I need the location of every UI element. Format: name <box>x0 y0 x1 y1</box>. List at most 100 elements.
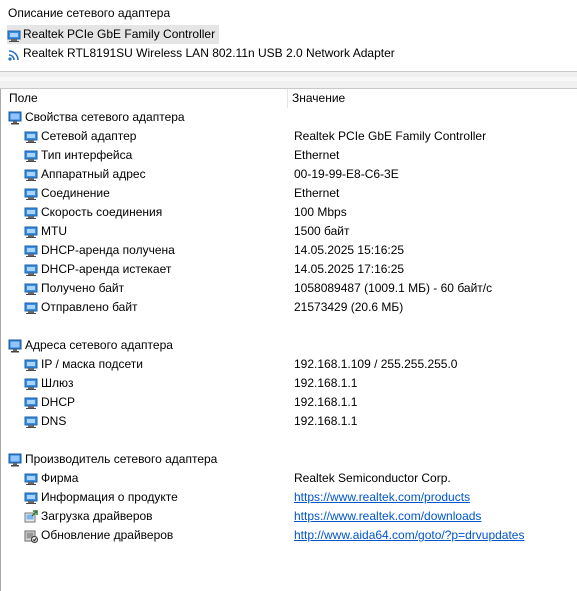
panel-title: Описание сетевого адаптера <box>8 6 171 20</box>
network-card-icon <box>24 225 38 239</box>
property-value: Realtek Semiconductor Corp. <box>294 471 451 485</box>
network-card-icon <box>24 130 38 144</box>
property-name: Тип интерфейса <box>41 148 133 162</box>
property-field: Сетевой адаптер <box>24 127 136 146</box>
network-card-icon <box>24 301 38 315</box>
property-value: 192.168.1.1 <box>294 376 358 390</box>
property-row[interactable]: Получено байт 1058089487 (1009.1 МБ) - 60… <box>1 279 577 298</box>
adapter-label: Realtek RTL8191SU Wireless LAN 802.11n U… <box>23 46 395 60</box>
group-header: Свойства сетевого адаптера <box>8 108 185 127</box>
property-name: MTU <box>41 224 67 238</box>
network-card-icon <box>24 415 38 429</box>
adapter-label: Realtek PCIe GbE Family Controller <box>23 27 216 41</box>
network-card-icon <box>24 472 38 486</box>
property-value: 1500 байт <box>294 224 350 238</box>
network-card-icon <box>24 206 38 220</box>
network-card-icon <box>24 263 38 277</box>
property-row[interactable]: Шлюз 192.168.1.1 <box>1 374 577 393</box>
driver-update-icon <box>24 529 38 543</box>
property-field: Соединение <box>24 184 110 203</box>
property-row[interactable]: Отправлено байт 21573429 (20.6 МБ) <box>1 298 577 317</box>
group-title: Производитель сетевого адаптера <box>25 452 218 466</box>
property-field: Шлюз <box>24 374 74 393</box>
adapter-list-panel: Описание сетевого адаптера Realtek PCIe … <box>0 0 577 70</box>
property-value: 14.05.2025 15:16:25 <box>294 243 405 257</box>
property-name: Загрузка драйверов <box>41 509 153 523</box>
property-field: Информация о продукте <box>24 488 178 507</box>
property-row[interactable]: DHCP 192.168.1.1 <box>1 393 577 412</box>
column-header-field[interactable]: Поле <box>9 89 38 108</box>
property-row[interactable]: Скорость соединения 100 Mbps <box>1 203 577 222</box>
property-field: DNS <box>24 412 66 431</box>
adapter-item[interactable]: Realtek RTL8191SU Wireless LAN 802.11n U… <box>7 44 399 63</box>
property-name: IP / маска подсети <box>41 357 143 371</box>
property-row[interactable]: DNS 192.168.1.1 <box>1 412 577 431</box>
network-card-icon <box>24 187 38 201</box>
details-list: Поле Значение Свойства сетевого адаптера… <box>0 89 577 591</box>
property-value: 21573429 (20.6 МБ) <box>294 300 404 314</box>
property-row[interactable]: Аппаратный адрес 00-19-99-E8-C6-3E <box>1 165 577 184</box>
property-name: DHCP-аренда истекает <box>41 262 172 276</box>
column-divider[interactable] <box>287 89 288 108</box>
group-row[interactable]: Адреса сетевого адаптера <box>1 336 577 355</box>
property-value: 192.168.1.1 <box>294 395 358 409</box>
column-header-value[interactable]: Значение <box>292 89 345 108</box>
group-row[interactable]: Производитель сетевого адаптера <box>1 450 577 469</box>
property-row[interactable]: Тип интерфейса Ethernet <box>1 146 577 165</box>
property-value: 1058089487 (1009.1 МБ) - 60 байт/с <box>294 281 493 295</box>
property-field: Отправлено байт <box>24 298 138 317</box>
property-field: Получено байт <box>24 279 124 298</box>
property-row[interactable]: Обновление драйверов http://www.aida64.co… <box>1 526 577 545</box>
property-row[interactable]: Загрузка драйверов https://www.realtek.co… <box>1 507 577 526</box>
network-adapter-icon <box>8 111 22 125</box>
property-row[interactable]: Соединение Ethernet <box>1 184 577 203</box>
property-row[interactable]: DHCP-аренда истекает 14.05.2025 17:16:25 <box>1 260 577 279</box>
property-field: Фирма <box>24 469 78 488</box>
network-card-icon <box>24 168 38 182</box>
property-name: Скорость соединения <box>41 205 163 219</box>
property-row[interactable]: IP / маска подсети 192.168.1.109 / 255.25… <box>1 355 577 374</box>
property-value: 192.168.1.1 <box>294 414 358 428</box>
property-row[interactable]: DHCP-аренда получена 14.05.2025 15:16:25 <box>1 241 577 260</box>
property-name: Аппаратный адрес <box>41 167 146 181</box>
property-row[interactable]: Информация о продукте https://www.realtek… <box>1 488 577 507</box>
group-header: Производитель сетевого адаптера <box>8 450 217 469</box>
property-link[interactable]: https://www.realtek.com/products <box>294 488 470 507</box>
property-link[interactable]: http://www.aida64.com/goto/?p=drvupdates <box>294 526 524 545</box>
network-card-icon <box>24 396 38 410</box>
property-name: Отправлено байт <box>41 300 138 314</box>
panel-splitter[interactable] <box>0 71 577 89</box>
network-adapter-icon <box>8 339 22 353</box>
property-name: DHCP <box>41 395 76 409</box>
network-card-icon <box>24 491 38 505</box>
property-value: 192.168.1.109 / 255.255.255.0 <box>294 357 458 371</box>
property-row[interactable]: Фирма Realtek Semiconductor Corp. <box>1 469 577 488</box>
property-row[interactable]: MTU 1500 байт <box>1 222 577 241</box>
property-name: Обновление драйверов <box>41 528 174 542</box>
property-name: Получено байт <box>41 281 125 295</box>
network-card-icon <box>24 149 38 163</box>
property-name: Шлюз <box>41 376 74 390</box>
property-field: IP / маска подсети <box>24 355 143 374</box>
group-row[interactable]: Свойства сетевого адаптера <box>1 108 577 127</box>
property-field: Скорость соединения <box>24 203 162 222</box>
property-field: Тип интерфейса <box>24 146 132 165</box>
adapter-item[interactable]: Realtek PCIe GbE Family Controller <box>7 25 220 44</box>
network-card-icon <box>24 244 38 258</box>
network-card-icon <box>7 29 21 42</box>
group-header: Адреса сетевого адаптера <box>8 336 173 355</box>
property-row[interactable]: Сетевой адаптер Realtek PCIe GbE Family C… <box>1 127 577 146</box>
splitter-grip[interactable] <box>0 77 577 81</box>
property-field: Обновление драйверов <box>24 526 173 545</box>
property-value: Ethernet <box>294 186 340 200</box>
property-name: Фирма <box>41 471 79 485</box>
property-name: Сетевой адаптер <box>41 129 137 143</box>
property-value: Ethernet <box>294 148 340 162</box>
property-value: 00-19-99-E8-C6-3E <box>294 167 399 181</box>
property-field: MTU <box>24 222 67 241</box>
property-field: DHCP-аренда получена <box>24 241 175 260</box>
property-name: DHCP-аренда получена <box>41 243 175 257</box>
property-link[interactable]: https://www.realtek.com/downloads <box>294 507 481 526</box>
property-value: 14.05.2025 17:16:25 <box>294 262 405 276</box>
property-field: DHCP <box>24 393 75 412</box>
